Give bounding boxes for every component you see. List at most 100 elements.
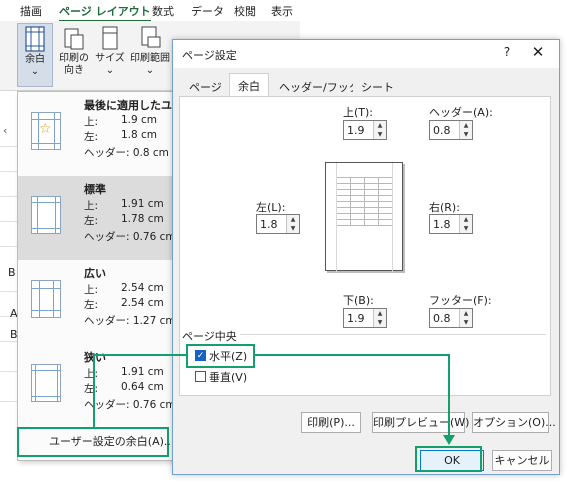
margin-option-wide[interactable]: 広い 上: 2.54 cm 左: 2.54 cm ヘッダー: 1.27 cm [18, 260, 176, 344]
print-preview-button[interactable]: 印刷プレビュー(W) [372, 412, 469, 433]
right-margin-value: 1.8 [433, 218, 451, 231]
top-label: 上: [84, 116, 99, 128]
option-title: 広い [84, 267, 106, 280]
spin-up-icon[interactable]: ▲ [460, 121, 472, 130]
tab-margins[interactable]: 余白 [229, 73, 269, 97]
tab-draw[interactable]: 描画 [20, 3, 42, 19]
left-value: 1.78 cm [121, 213, 164, 225]
header-value: ヘッダー: 0.8 cm [84, 147, 169, 159]
chevron-down-icon: ⌄ [30, 66, 40, 77]
left-value: 2.54 cm [121, 297, 164, 309]
tab-view[interactable]: 表示 [271, 3, 293, 19]
tab-formulas[interactable]: 数式 [152, 3, 174, 19]
left-margin-value: 1.8 [260, 218, 278, 231]
print-button[interactable]: 印刷(P)... [301, 412, 361, 433]
dialog-titlebar: ページ設定 ? ✕ [173, 40, 559, 68]
margins-dropdown: ☆ 最後に適用したユーザー設定 上: 1.9 cm 左: 1.8 cm ヘッダー… [17, 91, 176, 461]
arrow-down-icon [443, 435, 455, 445]
left-label: 左: [84, 215, 99, 227]
spin-up-icon[interactable]: ▲ [460, 309, 472, 318]
spin-up-icon[interactable]: ▲ [374, 309, 386, 318]
custom-margins-button[interactable]: ユーザー設定の余白(A)... [17, 427, 174, 457]
left-label: 左: [84, 299, 99, 311]
cell-text: B [8, 266, 16, 279]
top-margin-value: 1.9 [347, 124, 365, 137]
bottom-margin-value: 1.9 [347, 312, 365, 325]
top-value: 1.91 cm [121, 366, 164, 378]
margin-option-narrow[interactable]: 狭い 上: 1.91 cm 左: 0.64 cm ヘッダー: 0.76 cm [18, 344, 176, 428]
collapse-arrow-icon: ‹ [3, 124, 8, 137]
orientation-label-1: 印刷の [59, 53, 89, 64]
top-margin-spinner[interactable]: 1.9 ▲ ▼ [343, 120, 387, 140]
left-value: 0.64 cm [121, 381, 164, 393]
page-preview [325, 162, 403, 272]
spin-down-icon[interactable]: ▼ [460, 318, 472, 327]
orientation-label-2: 向き [64, 65, 84, 76]
margins-icon [25, 26, 45, 52]
left-label: 左: [84, 131, 99, 143]
margin-thumbnail [31, 280, 61, 318]
tab-review[interactable]: 校閲 [234, 3, 256, 19]
tab-data[interactable]: データ [191, 3, 224, 19]
header-value: ヘッダー: 0.76 cm [84, 231, 176, 243]
spin-up-icon[interactable]: ▲ [287, 215, 299, 224]
print-area-icon [141, 26, 161, 48]
orientation-button[interactable]: 印刷の 向き [57, 23, 91, 87]
spin-down-icon[interactable]: ▼ [374, 318, 386, 327]
footer-margin-spinner[interactable]: 0.8 ▲ ▼ [429, 308, 473, 328]
callout-connector [255, 354, 450, 356]
dialog-title: ページ設定 [182, 49, 237, 62]
footer-margin-value: 0.8 [433, 312, 451, 325]
header-margin-value: 0.8 [433, 124, 451, 137]
spin-down-icon[interactable]: ▼ [374, 130, 386, 139]
close-button[interactable]: ✕ [529, 43, 547, 61]
left-margin-spinner[interactable]: 1.8 ▲ ▼ [256, 214, 300, 234]
left-margin-label: 左(L): [256, 201, 286, 214]
spin-down-icon[interactable]: ▼ [460, 130, 472, 139]
ribbon-tab-bar: 描画 ページ レイアウト 数式 データ 校閲 表示 [0, 0, 300, 22]
top-value: 1.91 cm [121, 198, 164, 210]
option-title: 標準 [84, 183, 106, 196]
spin-up-icon[interactable]: ▲ [374, 121, 386, 130]
option-title: 最後に適用したユーザー設定 [84, 99, 176, 112]
spin-down-icon[interactable]: ▼ [287, 224, 299, 233]
header-margin-label: ヘッダー(A): [429, 106, 493, 119]
callout-connector [448, 354, 450, 438]
spin-up-icon[interactable]: ▲ [460, 215, 472, 224]
size-button[interactable]: サイズ ⌄ [94, 23, 126, 87]
spin-down-icon[interactable]: ▼ [460, 224, 472, 233]
chevron-down-icon: ⌄ [145, 65, 155, 76]
top-value: 1.9 cm [121, 114, 158, 126]
size-icon [102, 26, 118, 50]
footer-margin-label: フッター(F): [429, 294, 492, 307]
options-button[interactable]: オプション(O)... [472, 412, 556, 433]
vertical-label[interactable]: 垂直(V) [209, 369, 247, 385]
top-value: 2.54 cm [121, 282, 164, 294]
tab-sheet[interactable]: シート [353, 75, 402, 97]
margins-label: 余白 [25, 54, 45, 65]
tab-page-layout[interactable]: ページ レイアウト [59, 3, 151, 22]
margins-button[interactable]: 余白 ⌄ [17, 23, 53, 87]
right-margin-label: 右(R): [429, 201, 460, 214]
top-label: 上: [84, 284, 99, 296]
margin-thumbnail [31, 364, 61, 402]
margin-option-last-custom[interactable]: ☆ 最後に適用したユーザー設定 上: 1.9 cm 左: 1.8 cm ヘッダー… [18, 92, 176, 176]
top-label: 上: [84, 200, 99, 212]
cancel-button[interactable]: キャンセル [492, 450, 552, 471]
page-setup-dialog: ページ設定 ? ✕ ページ 余白 ヘッダー/フッター シート 上(T): 1.9… [172, 39, 560, 475]
margin-option-normal[interactable]: 標準 上: 1.91 cm 左: 1.78 cm ヘッダー: 0.76 cm [18, 176, 176, 260]
margin-thumbnail: ☆ [31, 112, 61, 150]
print-area-button[interactable]: 印刷範囲 ⌄ [130, 23, 170, 87]
right-margin-spinner[interactable]: 1.8 ▲ ▼ [429, 214, 473, 234]
ok-highlight-box [415, 446, 482, 472]
option-title: 狭い [84, 351, 106, 364]
tab-page[interactable]: ページ [181, 75, 230, 97]
bottom-margin-spinner[interactable]: 1.9 ▲ ▼ [343, 308, 387, 328]
vertical-checkbox[interactable] [195, 371, 206, 382]
top-margin-label: 上(T): [343, 106, 374, 119]
header-margin-spinner[interactable]: 0.8 ▲ ▼ [429, 120, 473, 140]
callout-connector [93, 354, 187, 356]
left-label: 左: [84, 383, 99, 395]
help-button[interactable]: ? [499, 45, 515, 61]
orientation-icon [64, 28, 84, 50]
